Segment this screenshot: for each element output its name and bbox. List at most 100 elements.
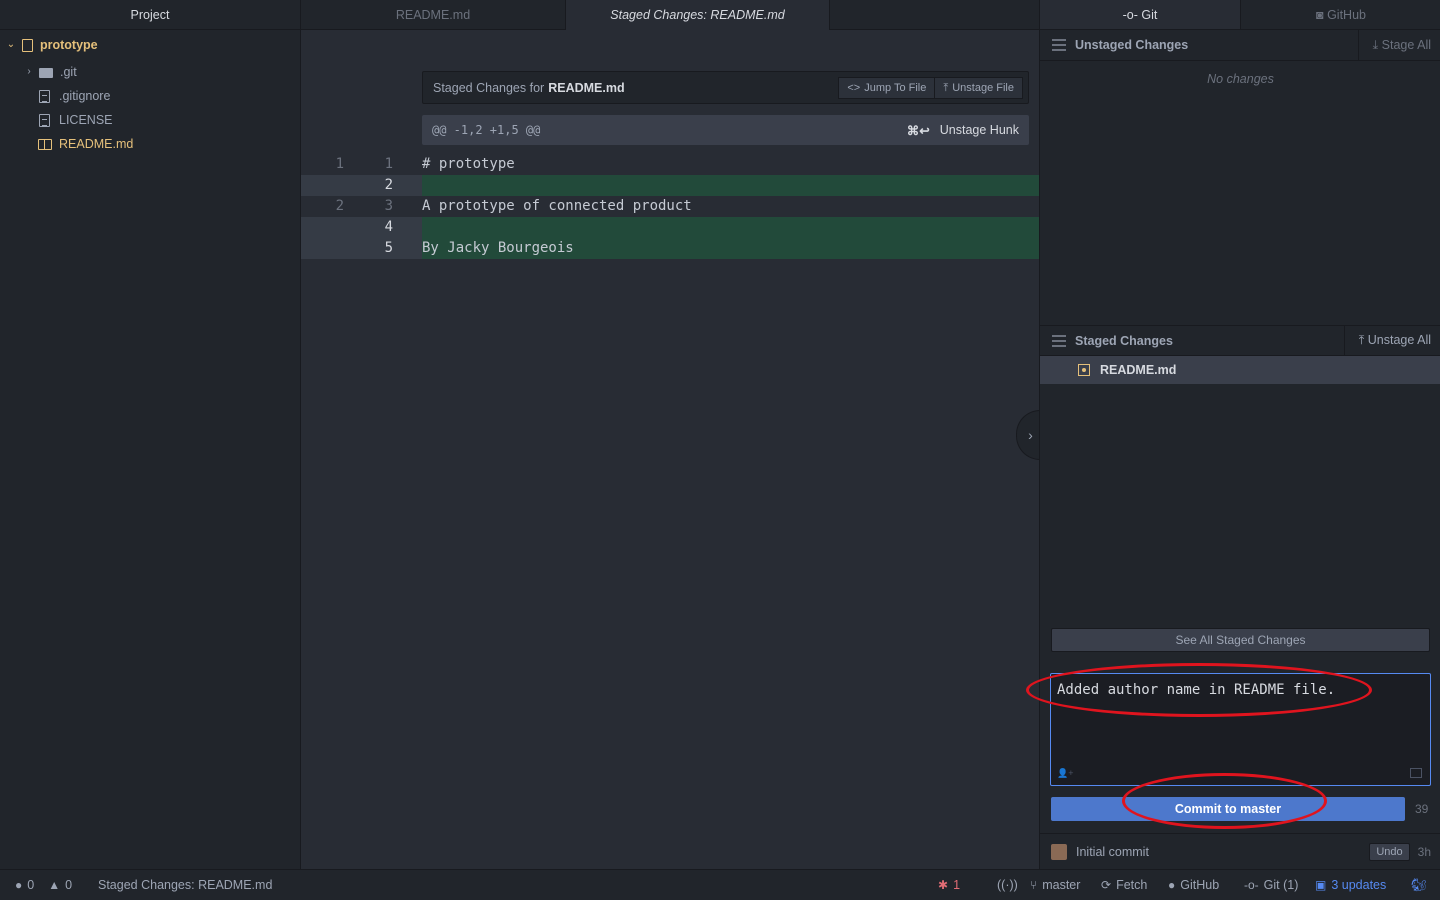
file-patch-title: Staged Changes for	[433, 80, 545, 95]
expand-editor-icon[interactable]	[1410, 768, 1422, 778]
new-line-number: 4	[384, 219, 393, 235]
git-panel-toggle[interactable]: -o- Git (1)	[1244, 870, 1298, 900]
new-line-number: 3	[384, 198, 393, 214]
book-icon	[38, 138, 52, 150]
branch-selector[interactable]: ⑂ master	[1030, 870, 1080, 900]
unstage-hunk-button[interactable]: ⌘↩ Unstage Hunk	[907, 123, 1019, 138]
github-label: GitHub	[1180, 878, 1220, 892]
squirrel-icon[interactable]: 🐿	[1411, 870, 1427, 900]
diff-line[interactable]: 1 1 # prototype	[301, 154, 1039, 175]
new-line-number: 2	[384, 177, 393, 193]
chevron-down-icon: ⌄	[6, 39, 16, 50]
broadcast-icon[interactable]: ((·))	[997, 870, 1018, 900]
tree-view-title: Project	[0, 0, 300, 30]
tree-item-gitignore[interactable]: .gitignore	[39, 85, 110, 107]
folder-icon	[39, 67, 53, 78]
staged-changes-title: Staged Changes	[1075, 333, 1173, 348]
octocat-icon: ◙	[1316, 8, 1324, 22]
status-bar: ● 0 ▲ 0 Staged Changes: README.md ✱ 1 ((·))…	[0, 869, 1440, 900]
bug-indicator[interactable]: ✱ 1	[938, 870, 960, 900]
commit-message-editor[interactable]: Added author name in README file. 👤+	[1050, 673, 1431, 786]
diff-line-added[interactable]: 5 By Jacky Bourgeois	[301, 238, 1039, 259]
tree-root-prototype[interactable]: ⌄ prototype	[5, 34, 98, 56]
package-updates[interactable]: ▣ 3 updates	[1315, 870, 1386, 900]
tree-item-readme[interactable]: README.md	[38, 133, 133, 155]
undo-button[interactable]: Undo	[1369, 842, 1410, 861]
staged-file-item[interactable]: README.md	[1040, 356, 1440, 384]
tab-github-label: GitHub	[1327, 8, 1366, 22]
unstage-hunk-label: Unstage Hunk	[939, 123, 1019, 137]
recent-commit[interactable]: Initial commit Undo 3h	[1040, 833, 1440, 869]
old-line-number: 2	[335, 198, 344, 214]
tab-bar: README.md Staged Changes: README.md	[301, 0, 1039, 31]
github-panel-toggle[interactable]: ● GitHub	[1168, 870, 1219, 900]
git-panel-tabs: -o- Git ◙ GitHub	[1040, 0, 1440, 30]
warning-icon: ▲	[48, 878, 61, 892]
commit-button[interactable]: Commit to master	[1051, 797, 1405, 821]
file-modified-icon	[1078, 364, 1090, 376]
bug-icon: ✱	[938, 878, 949, 892]
commit-message-text: Added author name in README file.	[1057, 682, 1336, 698]
unstage-all-button[interactable]: ⤒ Unstage All	[1343, 325, 1440, 356]
unstage-icon: ⤒	[943, 82, 949, 94]
chevron-right-icon: ›	[1028, 427, 1033, 443]
tab-staged-changes[interactable]: Staged Changes: README.md	[566, 0, 830, 31]
file-patch-header: Staged Changes for README.md <> Jump To F…	[422, 71, 1029, 104]
tree-item-label: .gitignore	[59, 89, 111, 103]
upload-icon: ⤒	[1358, 333, 1365, 347]
new-line-number: 5	[384, 240, 393, 256]
stage-all-button[interactable]: ⤓ Stage All	[1357, 29, 1440, 61]
current-file[interactable]: Staged Changes: README.md	[98, 870, 272, 900]
checklist-icon	[1052, 334, 1066, 347]
old-line-number: 1	[335, 156, 344, 172]
tree-root-label: prototype	[40, 38, 98, 52]
tree-item-label: .git	[60, 65, 77, 79]
diff-line-text: By Jacky Bourgeois	[422, 240, 574, 256]
collapse-dock-button[interactable]: ›	[1016, 410, 1040, 460]
tab-github[interactable]: ◙ GitHub	[1240, 0, 1440, 29]
diff-line-text: A prototype of connected product	[422, 198, 692, 214]
diff-editor: Staged Changes for README.md <> Jump To F…	[301, 30, 1040, 869]
diagnostics-summary[interactable]: ● 0 ▲ 0	[15, 870, 72, 900]
git-panel: -o- Git ◙ GitHub Unstaged Changes ⤓ Stag…	[1039, 0, 1440, 869]
warning-count: 0	[65, 878, 73, 892]
tree-view: Project ⌄ prototype › .git .gitignore LI…	[0, 0, 301, 869]
jump-to-file-button[interactable]: <> Jump To File	[838, 77, 936, 99]
avatar	[1051, 843, 1067, 860]
fetch-button[interactable]: ⟳ Fetch	[1101, 870, 1147, 900]
tab-readme[interactable]: README.md	[301, 0, 566, 30]
diff-line-added[interactable]: 2	[301, 175, 1039, 196]
tree-item-label: LICENSE	[59, 113, 113, 127]
github-icon: ●	[1168, 878, 1176, 892]
unstaged-changes-title: Unstaged Changes	[1075, 38, 1189, 52]
tree-item-label: README.md	[59, 137, 134, 151]
git-commit-icon: -o-	[1122, 8, 1138, 22]
unstage-file-label: Unstage File	[952, 82, 1014, 94]
file-patch-actions: <> Jump To File ⤒ Unstage File	[838, 77, 1023, 99]
tab-git[interactable]: -o- Git	[1040, 0, 1240, 29]
repo-icon	[22, 38, 33, 52]
hunk-header: @@ -1,2 +1,5 @@ ⌘↩ Unstage Hunk	[422, 115, 1029, 145]
file-patch-filename: README.md	[548, 80, 625, 95]
unstage-file-button[interactable]: ⤒ Unstage File	[935, 77, 1023, 99]
diff-line[interactable]: 2 3 A prototype of connected product	[301, 196, 1039, 217]
git-commit-icon: -o-	[1244, 878, 1259, 892]
see-all-staged-changes-button[interactable]: See All Staged Changes	[1051, 628, 1430, 652]
unstage-all-label: Unstage All	[1367, 333, 1431, 347]
error-count: 0	[27, 878, 35, 892]
tree-item-git-folder[interactable]: › .git	[23, 61, 77, 83]
updates-label: 3 updates	[1331, 878, 1387, 892]
keyboard-shortcut: ⌘↩	[906, 123, 930, 138]
new-line-number: 1	[384, 156, 393, 172]
remaining-characters: 39	[1415, 802, 1429, 816]
bug-count: 1	[953, 878, 961, 892]
sync-icon: ⟳	[1101, 878, 1112, 892]
diff-line-added[interactable]: 4	[301, 217, 1039, 238]
tree-item-license[interactable]: LICENSE	[39, 109, 113, 131]
git-branch-icon: ⑂	[1030, 878, 1038, 892]
jump-to-file-label: Jump To File	[864, 82, 927, 94]
add-coauthor-icon[interactable]: 👤+	[1057, 768, 1073, 779]
staged-changes-header: Staged Changes ⤒ Unstage All	[1040, 325, 1440, 356]
diff-line-text: # prototype	[422, 156, 515, 172]
download-icon: ⤓	[1372, 37, 1379, 52]
